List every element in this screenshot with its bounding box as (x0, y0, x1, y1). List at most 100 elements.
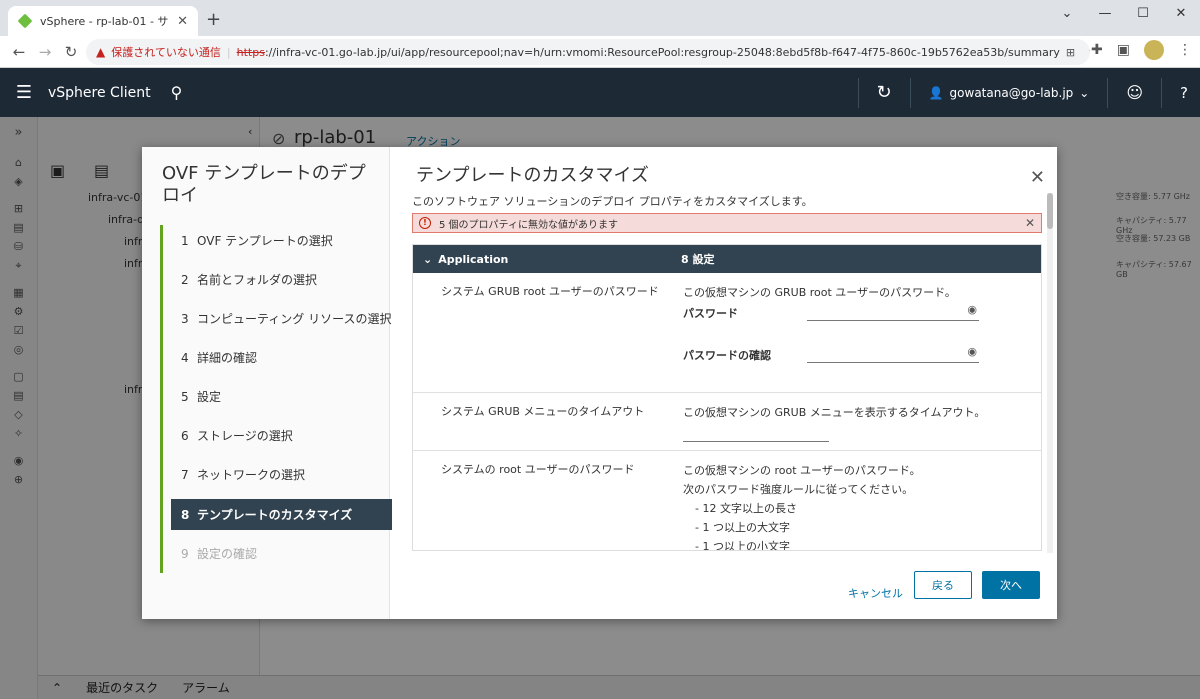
properties-grid: ⌄ Application 8 設定 システム GRUB root ユーザーのパス… (412, 244, 1042, 551)
user-menu[interactable]: gowatana@go-lab.jp (950, 86, 1074, 100)
feedback-smiley-icon[interactable]: ☺ (1126, 83, 1143, 102)
wizard-step-1[interactable]: 1 OVF テンプレートの選択 (171, 225, 392, 256)
step-number: 1 (181, 233, 189, 248)
property-label: システムの root ユーザーのパスワード (441, 463, 635, 476)
url-divider: | (226, 45, 231, 59)
toolbar-extensions: ✚ ▣ ⋮ (1091, 40, 1192, 60)
wizard-title: OVF テンプレートのデプロイ (162, 163, 366, 206)
step-number: 3 (181, 311, 189, 326)
url-text: ://infra-vc-01.go-lab.jp/ui/app/resource… (264, 45, 1060, 59)
step-number: 5 (181, 389, 189, 404)
group-name: Application (438, 252, 509, 266)
chevron-down-icon[interactable]: ⌄ (423, 253, 432, 266)
tab-search-icon[interactable]: ⌄ (1048, 0, 1086, 26)
description-line: この仮想マシンの root ユーザーのパスワード。 (683, 464, 921, 477)
new-tab-icon[interactable]: + (206, 9, 221, 30)
property-label: システム GRUB メニューのタイムアウト (441, 405, 645, 418)
eye-icon[interactable]: ◉ (967, 303, 977, 316)
password-confirm-label: パスワードの確認 (683, 349, 771, 362)
scrollbar-thumb[interactable] (1047, 193, 1053, 229)
url-input[interactable]: ▲ 保護されていない通信 | https://infra-vc-01.go-la… (86, 39, 1090, 65)
dismiss-alert-icon[interactable]: ✕ (1025, 216, 1035, 230)
back-button[interactable]: 戻る (914, 571, 972, 599)
minimize-icon[interactable]: — (1086, 0, 1124, 26)
step-label: 設定の確認 (197, 547, 258, 561)
close-dialog-icon[interactable]: ✕ (1030, 167, 1045, 188)
header-divider (1107, 77, 1109, 108)
property-description: この仮想マシンの root ユーザーのパスワード。 次のパスワード強度ルールに従… (683, 461, 921, 551)
wizard-step-3[interactable]: 3 コンピューティング リソースの選択 (171, 303, 392, 334)
close-window-icon[interactable]: ✕ (1162, 0, 1200, 26)
description-line: - 1 つ以上の大文字 (695, 521, 790, 534)
wizard-step-2[interactable]: 2 名前とフォルダの選択 (171, 264, 392, 295)
step-number: 7 (181, 467, 189, 482)
maximize-icon[interactable]: ☐ (1124, 0, 1162, 26)
step-number: 8 (181, 507, 190, 522)
group-count: 8 設定 (681, 253, 715, 266)
header-divider (1161, 77, 1163, 108)
grub-timeout-input[interactable] (683, 426, 829, 442)
hamburger-menu-icon[interactable]: ☰ (0, 82, 48, 103)
wizard-step-9: 9 設定の確認 (171, 538, 392, 569)
wizard-footer: キャンセル 戻る 次へ (390, 571, 1057, 619)
browser-tab-bar: vSphere - rp-lab-01 - サマリ ✕ + ⌄ — ☐ ✕ (0, 0, 1200, 36)
wizard-step-6[interactable]: 6 ストレージの選択 (171, 420, 392, 451)
grub-password-confirm-input[interactable]: ◉ (807, 345, 979, 363)
profile-avatar[interactable] (1144, 40, 1164, 60)
wizard-step-7[interactable]: 7 ネットワークの選択 (171, 459, 392, 490)
chevron-down-icon[interactable]: ⌄ (1079, 86, 1089, 100)
wizard-step-4[interactable]: 4 詳細の確認 (171, 342, 392, 373)
translate-icon[interactable]: ⊞ (1066, 46, 1075, 59)
property-row: システム GRUB メニューのタイムアウト この仮想マシンの GRUB メニュー… (413, 393, 1041, 451)
page-heading: テンプレートのカスタマイズ (416, 165, 649, 186)
help-icon[interactable]: ? (1180, 84, 1188, 102)
deploy-ovf-wizard: OVF テンプレートのデプロイ 1 OVF テンプレートの選択 2 名前とフォルダの… (142, 147, 1057, 619)
window-controls: ⌄ — ☐ ✕ (1048, 0, 1200, 26)
wizard-step-8[interactable]: 8 テンプレートのカスタマイズ (171, 499, 392, 530)
share-icon[interactable]: ⇪ (1087, 46, 1090, 59)
security-warning[interactable]: 保護されていない通信 (111, 44, 221, 60)
header-divider (857, 77, 859, 108)
reload-icon[interactable]: ↻ (58, 43, 84, 61)
browser-tab[interactable]: vSphere - rp-lab-01 - サマリ ✕ (8, 6, 198, 36)
description-line: 次のパスワード強度ルールに従ってください。 (683, 483, 914, 496)
tab-title: vSphere - rp-lab-01 - サマリ (40, 15, 169, 28)
step-label: OVF テンプレートの選択 (197, 234, 333, 248)
description-line: - 1 つ以上の小文字 (695, 540, 790, 551)
property-label: システム GRUB root ユーザーのパスワード (441, 285, 659, 298)
step-label: コンピューティング リソースの選択 (197, 312, 392, 326)
error-alert: ! 5 個のプロパティに無効な値があります ✕ (412, 213, 1042, 233)
refresh-icon[interactable]: ↻ (877, 82, 892, 103)
step-label: 設定 (197, 390, 222, 404)
next-button[interactable]: 次へ (982, 571, 1040, 599)
step-number: 4 (181, 350, 189, 365)
eye-icon[interactable]: ◉ (967, 345, 977, 358)
group-header-application[interactable]: ⌄ Application 8 設定 (413, 245, 1041, 273)
property-row: システム GRUB root ユーザーのパスワード この仮想マシンの GRUB … (413, 273, 1041, 393)
grub-password-input[interactable]: ◉ (807, 303, 979, 321)
content-scrollbar[interactable] (1047, 193, 1053, 553)
wizard-step-5[interactable]: 5 設定 (171, 381, 392, 412)
search-icon[interactable]: ⚲ (171, 83, 183, 102)
password-field-label: パスワード (683, 307, 738, 320)
forward-arrow-icon[interactable]: → (32, 43, 58, 61)
extensions-puzzle-icon[interactable]: ✚ (1091, 42, 1103, 58)
description-line: - 12 文字以上の長さ (695, 502, 797, 515)
wizard-steps: 1 OVF テンプレートの選択 2 名前とフォルダの選択 3 コンピューティング リソ… (160, 225, 392, 573)
brand-title: vSphere Client (48, 84, 151, 101)
header-divider (909, 77, 911, 108)
cancel-button[interactable]: キャンセル (848, 585, 903, 601)
step-label: ネットワークの選択 (197, 468, 306, 482)
step-number: 2 (181, 272, 189, 287)
step-label: 詳細の確認 (197, 351, 258, 365)
menu-kebab-icon[interactable]: ⋮ (1178, 42, 1192, 58)
warning-triangle-icon: ▲ (96, 45, 106, 59)
step-label: 名前とフォルダの選択 (197, 273, 318, 287)
error-circle-icon: ! (419, 217, 431, 229)
side-panel-icon[interactable]: ▣ (1117, 42, 1130, 58)
close-tab-icon[interactable]: ✕ (177, 14, 188, 29)
property-row: システムの root ユーザーのパスワード この仮想マシンの root ユーザー… (413, 451, 1041, 551)
omnibox-actions: ⊞ ⇪ ☆ (1066, 46, 1090, 59)
wizard-sidebar: OVF テンプレートのデプロイ 1 OVF テンプレートの選択 2 名前とフォルダの… (142, 147, 392, 619)
back-arrow-icon[interactable]: ← (6, 43, 32, 61)
